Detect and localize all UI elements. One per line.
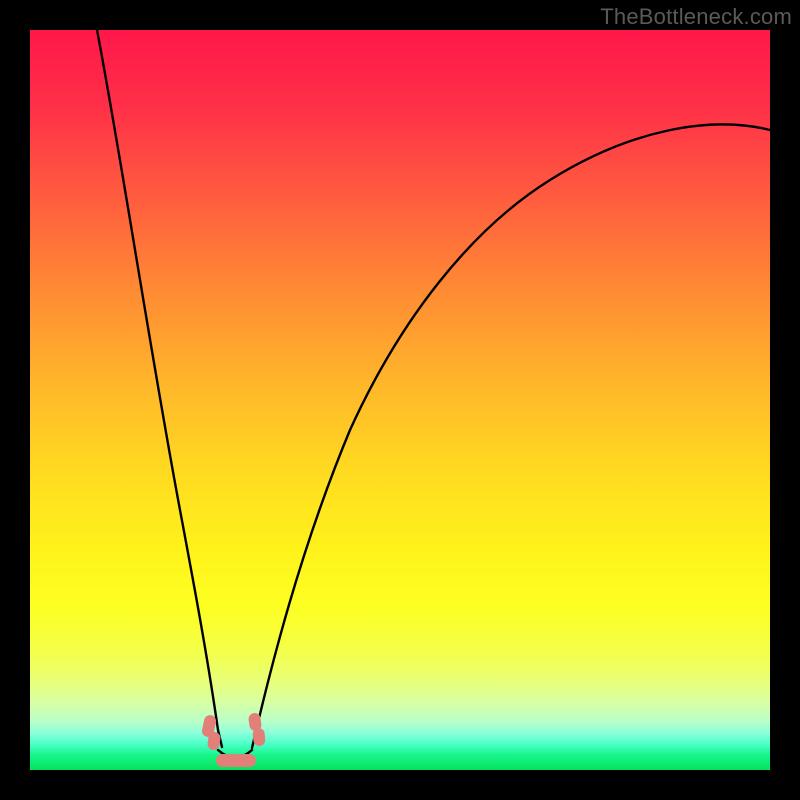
left-branch: [97, 30, 222, 747]
curve-layer: [30, 30, 770, 770]
watermark-text: TheBottleneck.com: [600, 4, 792, 30]
right-branch: [252, 124, 770, 748]
plot-area: [30, 30, 770, 770]
chart-frame: TheBottleneck.com: [0, 0, 800, 800]
marker-right-lower: [252, 727, 266, 746]
marker-floor: [216, 754, 256, 767]
